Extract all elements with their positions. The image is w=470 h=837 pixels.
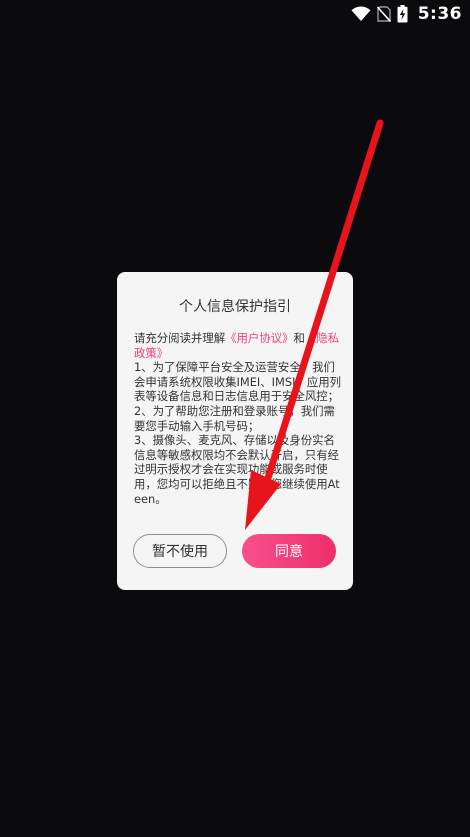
app-screen: 5:36 个人信息保护指引 请充分阅读并理解《用户协议》和《隐私政策》 1、为了… [0,0,470,837]
status-bar: 5:36 [0,0,470,28]
wifi-icon [351,6,371,22]
permission-item-2: 2、为了帮助您注册和登录账号，我们需要您手动输入手机号码； [134,403,335,433]
intro-text: 请充分阅读并理解 [134,331,226,345]
and-text: 和 [293,331,305,345]
privacy-dialog: 个人信息保护指引 请充分阅读并理解《用户协议》和《隐私政策》 1、为了保障平台安… [117,272,353,590]
user-agreement-link[interactable]: 《用户协议》 [225,331,293,345]
dialog-body: 请充分阅读并理解《用户协议》和《隐私政策》 1、为了保障平台安全及运营安全，我们… [134,331,342,506]
permission-item-3: 3、摄像头、麦克风、存储以及身份实名信息等敏感权限均不会默认开启，只有经过明示授… [134,433,340,506]
battery-charging-icon [397,5,408,23]
agree-button[interactable]: 同意 [242,534,336,568]
decline-button[interactable]: 暂不使用 [133,534,227,568]
dialog-title: 个人信息保护指引 [179,299,291,315]
status-time: 5:36 [417,4,462,24]
no-sim-icon [376,6,391,22]
status-icons: 5:36 [351,3,462,25]
permission-item-1: 1、为了保障平台安全及运营安全，我们会申请系统权限收集IMEI、IMSI、应用列… [134,360,341,404]
